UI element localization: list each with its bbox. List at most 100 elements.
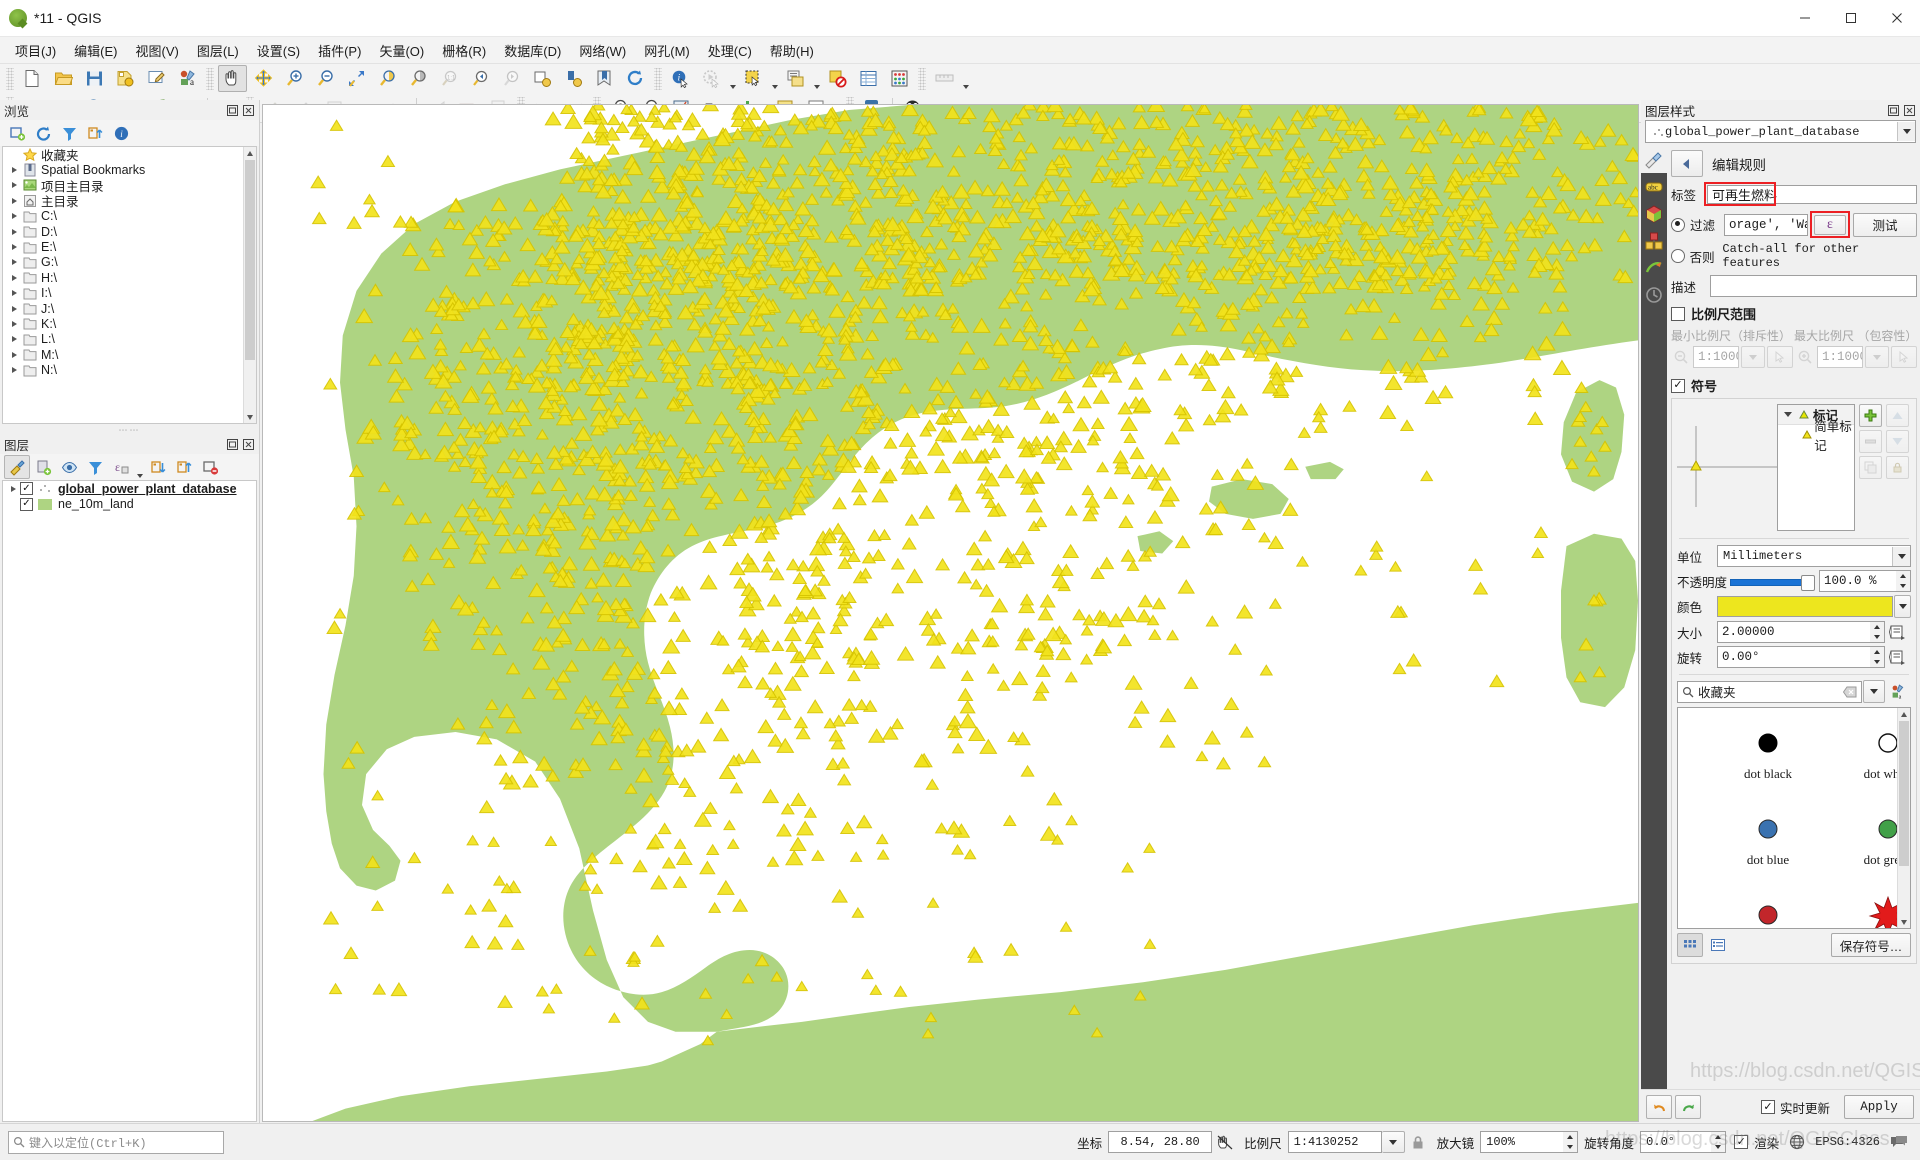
symbol-checkbox[interactable] [1671, 378, 1685, 393]
save-symbol-button[interactable]: 保存符号… [1831, 933, 1911, 957]
browser-item[interactable]: C:\ [3, 209, 256, 224]
magnifier-stepper[interactable] [1563, 1131, 1579, 1153]
expand-all-icon[interactable] [145, 455, 171, 479]
size-override-icon[interactable] [1885, 624, 1911, 640]
zoom-native-icon[interactable]: 1:1 [435, 65, 464, 92]
zoom-in-icon[interactable] [280, 65, 309, 92]
unit-combo[interactable]: Millimeters [1717, 545, 1911, 567]
menu-settings[interactable]: 设置(S) [248, 38, 309, 63]
expand-arrow-icon[interactable] [7, 336, 21, 343]
zoom-out-icon[interactable] [311, 65, 340, 92]
expand-arrow-icon[interactable] [7, 244, 21, 251]
expand-arrow-icon[interactable] [7, 213, 21, 220]
menu-edit[interactable]: 编辑(E) [65, 38, 126, 63]
menu-vector[interactable]: 矢量(O) [370, 38, 433, 63]
browser-item[interactable]: E:\ [3, 239, 256, 254]
zoom-next-icon[interactable] [497, 65, 526, 92]
toolbar-grip[interactable] [206, 67, 214, 90]
menu-raster[interactable]: 栅格(R) [433, 38, 495, 63]
messages-icon[interactable] [1886, 1135, 1912, 1150]
min-scale-dropdown-icon[interactable] [1741, 346, 1765, 368]
opacity-stepper[interactable] [1896, 570, 1911, 592]
globe-icon[interactable] [1785, 1134, 1809, 1150]
menu-web[interactable]: 网络(W) [570, 38, 635, 63]
add-symbol-layer-button[interactable] [1859, 404, 1882, 427]
lock-scale-icon[interactable] [1405, 1135, 1431, 1150]
masks-tab[interactable] [1641, 227, 1667, 254]
browser-item[interactable]: 主目录 [3, 193, 256, 209]
zoom-out-icon[interactable] [1671, 347, 1691, 367]
expand-arrow-icon[interactable] [7, 259, 21, 266]
refresh-icon[interactable] [30, 121, 56, 145]
map-canvas[interactable] [262, 104, 1639, 1122]
diagrams-tab[interactable] [1641, 254, 1667, 281]
filter-radio[interactable] [1671, 217, 1685, 232]
layer-visibility-checkbox[interactable] [20, 482, 33, 496]
gallery-scrollbar[interactable] [1897, 708, 1910, 928]
toolbar-grip[interactable] [6, 67, 14, 90]
new-project-icon[interactable] [18, 65, 47, 92]
rotation-value[interactable]: 0.0° [1640, 1131, 1712, 1153]
grid-view-icon[interactable] [1677, 933, 1703, 957]
menu-layer[interactable]: 图层(L) [188, 38, 248, 63]
favorites-search-value[interactable]: 收藏夹 [1698, 682, 1736, 701]
browser-item[interactable]: D:\ [3, 224, 256, 239]
3d-view-tab[interactable] [1641, 200, 1667, 227]
toggle-extents-icon[interactable] [1212, 1135, 1238, 1150]
zoom-full-icon[interactable] [342, 65, 371, 92]
symbol-tree-child[interactable]: 简单标记 [1778, 420, 1854, 453]
scroll-up-button[interactable] [244, 147, 256, 159]
opacity-input[interactable]: 100.0 % [1819, 570, 1896, 592]
browser-tree[interactable]: 收藏夹 Spatial Bookmarks 项目主目录 主目录 C:\ D:\ E:\ G:\… [2, 146, 257, 424]
move-down-button[interactable] [1886, 430, 1909, 453]
expand-arrow-icon[interactable] [7, 197, 21, 204]
zoom-in-icon[interactable] [1795, 347, 1815, 367]
min-scale-input[interactable]: 1:100000 [1693, 346, 1739, 368]
maximize-button[interactable] [1828, 0, 1874, 36]
zoom-to-layer-icon[interactable] [404, 65, 433, 92]
expand-arrow-icon[interactable] [6, 485, 20, 492]
back-arrow-icon[interactable] [1671, 150, 1703, 177]
collapse-all-icon[interactable] [82, 121, 108, 145]
scroll-thumb[interactable] [1899, 721, 1909, 866]
zoom-last-icon[interactable] [466, 65, 495, 92]
rotation-input[interactable]: 0.00° [1717, 646, 1870, 668]
select-features-icon[interactable] [739, 65, 768, 92]
browser-item[interactable]: J:\ [3, 301, 256, 316]
rotation-override-icon[interactable] [1885, 649, 1911, 665]
menu-plugins[interactable]: 插件(P) [309, 38, 370, 63]
refresh-map-icon[interactable] [621, 65, 650, 92]
menu-mesh[interactable]: 网孔(M) [635, 38, 699, 63]
color-dropdown-icon[interactable] [1894, 595, 1911, 618]
filter-legend-icon[interactable] [82, 455, 108, 479]
remove-layer-icon[interactable] [197, 455, 223, 479]
menu-project[interactable]: 项目(J) [6, 38, 65, 63]
toolbar-grip[interactable] [918, 67, 926, 90]
favorites-dropdown-icon[interactable] [1863, 680, 1885, 703]
max-scale-input[interactable]: 1:1000 [1817, 346, 1863, 368]
redo-icon[interactable] [1675, 1095, 1701, 1119]
layer-label[interactable]: ne_10m_land [58, 497, 134, 511]
layers-tree[interactable]: global_power_plant_databasene_10m_land [2, 480, 257, 1122]
scroll-thumb[interactable] [245, 160, 255, 360]
browser-scrollbar[interactable] [243, 147, 256, 423]
float-icon[interactable] [226, 104, 239, 117]
add-layer-icon[interactable] [4, 121, 30, 145]
deselect-all-icon[interactable] [823, 65, 852, 92]
toolbar-grip[interactable] [654, 67, 662, 90]
expand-arrow-icon[interactable] [7, 182, 21, 189]
description-input[interactable] [1710, 275, 1917, 297]
close-button[interactable] [1874, 0, 1920, 36]
minimize-button[interactable] [1782, 0, 1828, 36]
clear-icon[interactable] [1843, 686, 1857, 698]
max-scale-dropdown-icon[interactable] [1865, 346, 1889, 368]
browser-item[interactable]: N:\ [3, 362, 256, 377]
browser-item[interactable]: G:\ [3, 255, 256, 270]
layer-visibility-checkbox[interactable] [20, 497, 33, 511]
select-dropdown-icon[interactable] [769, 64, 780, 93]
menu-processing[interactable]: 处理(C) [699, 38, 761, 63]
filter-expression-input[interactable]: orage', 'Wave and Tidal') [1724, 213, 1808, 236]
menu-view[interactable]: 视图(V) [127, 38, 188, 63]
identify-features-icon[interactable]: i [666, 65, 695, 92]
float-icon[interactable] [1887, 104, 1900, 117]
